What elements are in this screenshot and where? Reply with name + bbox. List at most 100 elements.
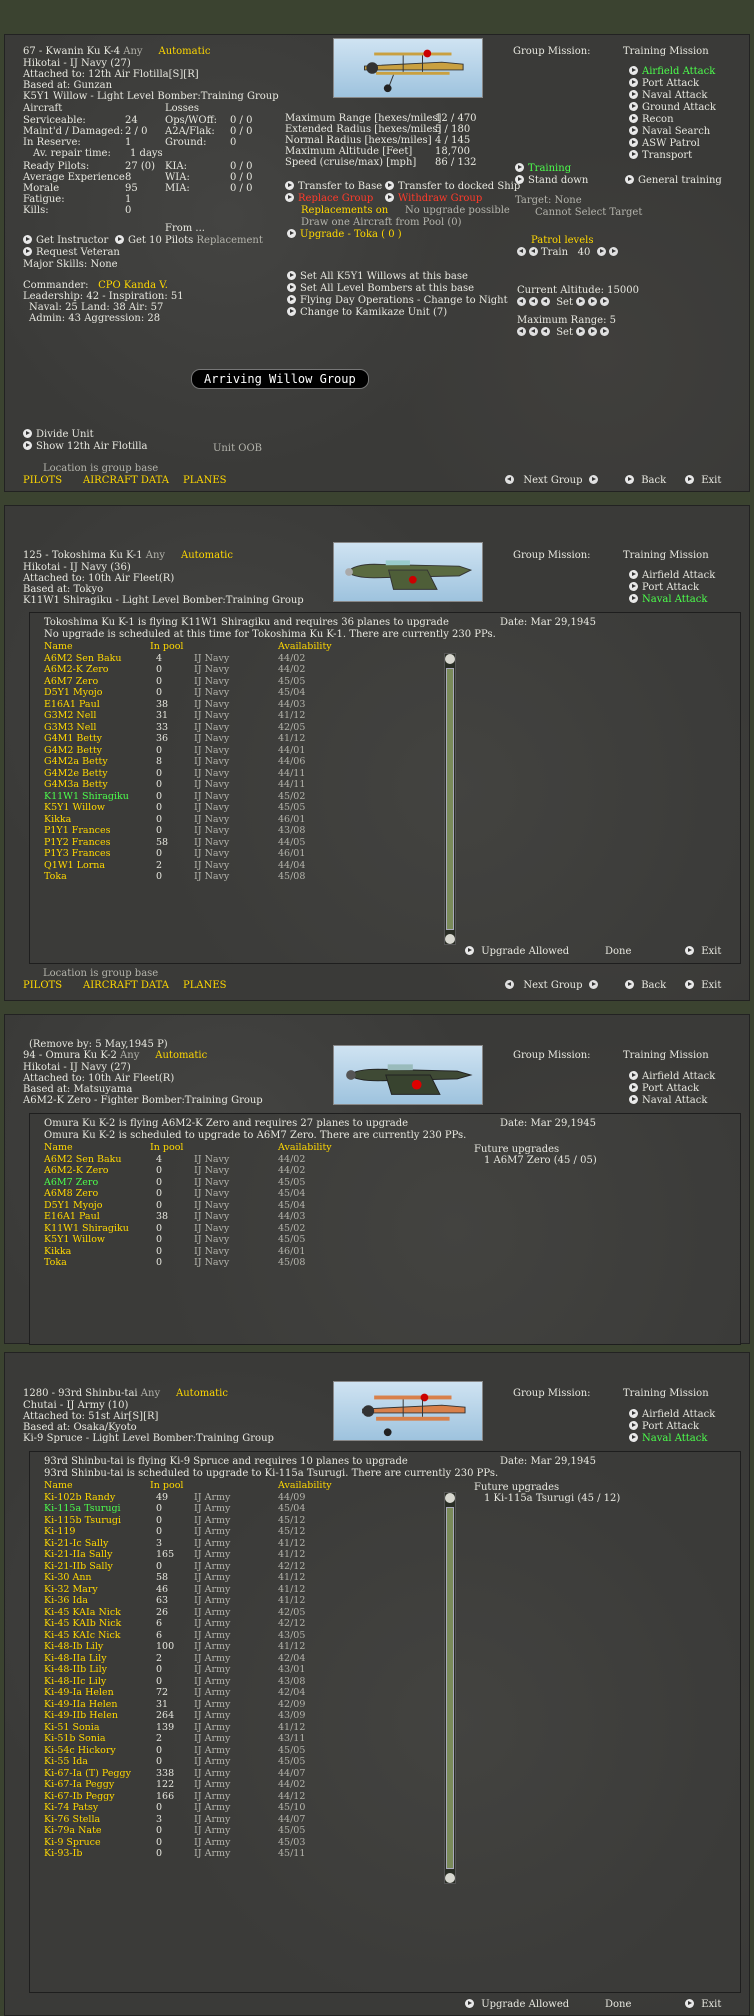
table-row[interactable]: K5Y1 Willow 0 IJ Navy 45/05 — [44, 1234, 464, 1246]
table-row[interactable]: Ki-21-Ic Sally 3 IJ Army 41/12 — [44, 1538, 464, 1550]
dialog-exit-button[interactable]: Exit — [685, 946, 721, 958]
mission-item-port-attack[interactable]: Port Attack — [629, 78, 699, 90]
table-row[interactable]: Ki-49-IIb Helen 264 IJ Army 43/09 — [44, 1710, 464, 1722]
table-row[interactable]: D5Y1 Myojo 0 IJ Navy 45/04 — [44, 687, 464, 699]
next-group-button[interactable]: Next Group — [505, 980, 601, 992]
draw-aircraft-button[interactable]: Draw one Aircraft from Pool (0) — [301, 217, 462, 229]
automatic-toggle[interactable]: Automatic — [181, 550, 233, 561]
table-row[interactable]: Ki-51 Sonia 139 IJ Army 41/12 — [44, 1722, 464, 1734]
get-instructor-button[interactable]: Get Instructor — [23, 235, 108, 247]
table-row[interactable]: Toka 0 IJ Navy 45/08 — [44, 1257, 464, 1269]
table-row[interactable]: P1Y3 Frances 0 IJ Navy 46/01 — [44, 848, 464, 860]
tab-pilots[interactable]: PILOTS — [23, 980, 62, 992]
mission-port[interactable]: Port Attack — [629, 1421, 699, 1433]
train-level-control[interactable]: Train 40 — [517, 247, 621, 259]
table-row[interactable]: Q1W1 Lorna 2 IJ Navy 44/04 — [44, 860, 464, 872]
table-row[interactable]: Ki-32 Mary 46 IJ Army 41/12 — [44, 1584, 464, 1596]
tab-planes[interactable]: PLANES — [183, 980, 227, 992]
table-row[interactable]: A6M8 Zero 0 IJ Navy 45/04 — [44, 1188, 464, 1200]
mission-airfield[interactable]: Airfield Attack — [629, 570, 715, 582]
set-all-bombers-button[interactable]: Set All Level Bombers at this base — [287, 283, 474, 295]
mission-item-ground-attack[interactable]: Ground Attack — [629, 102, 716, 114]
table-row[interactable]: G3M2 Nell 31 IJ Navy 41/12 — [44, 710, 464, 722]
general-training-button[interactable]: General training — [625, 175, 722, 187]
table-row[interactable]: Ki-115a Tsurugi 0 IJ Army 45/04 — [44, 1503, 464, 1515]
table-row[interactable]: D5Y1 Myojo 0 IJ Navy 45/04 — [44, 1200, 464, 1212]
show-flotilla-button[interactable]: Show 12th Air Flotilla — [23, 441, 148, 453]
mission-item-transport[interactable]: Transport — [629, 150, 692, 162]
table-row[interactable]: Ki-48-IIb Lily 0 IJ Army 43/01 — [44, 1664, 464, 1676]
table-row[interactable]: Ki-67-Ia (T) Peggy 338 IJ Army 44/07 — [44, 1768, 464, 1780]
table-row[interactable]: Ki-9 Spruce 0 IJ Army 45/03 — [44, 1837, 464, 1849]
automatic-toggle[interactable]: Automatic — [176, 1388, 228, 1399]
table-row[interactable]: A6M2 Sen Baku 4 IJ Navy 44/02 — [44, 1154, 464, 1166]
withdraw-toggle[interactable]: Withdraw Group — [385, 193, 482, 205]
table-row[interactable]: Ki-79a Nate 0 IJ Army 45/05 — [44, 1825, 464, 1837]
mission-naval[interactable]: Naval Attack — [629, 594, 707, 606]
divide-unit-button[interactable]: Divide Unit — [23, 429, 94, 441]
transfer-to-ship-button[interactable]: Transfer to docked Ship — [385, 181, 520, 193]
done-button[interactable]: Done — [605, 1999, 631, 2011]
training-toggle[interactable]: Training — [515, 163, 571, 175]
table-row[interactable]: Ki-49-IIa Helen 31 IJ Army 42/09 — [44, 1699, 464, 1711]
mission-port[interactable]: Port Attack — [629, 582, 699, 594]
future-upgrade-item[interactable]: 1 Ki-115a Tsurugi (45 / 12) — [484, 1493, 620, 1505]
set-all-type-button[interactable]: Set All K5Y1 Willows at this base — [287, 271, 468, 283]
day-night-button[interactable]: Flying Day Operations - Change to Night — [287, 295, 508, 307]
future-upgrade-item[interactable]: 1 A6M7 Zero (45 / 05) — [484, 1155, 597, 1167]
table-row[interactable]: Ki-21-IIb Sally 0 IJ Army 42/12 — [44, 1561, 464, 1573]
mission-item-naval-search[interactable]: Naval Search — [629, 126, 710, 138]
table-row[interactable]: A6M2 Sen Baku 4 IJ Navy 44/02 — [44, 653, 464, 665]
table-row[interactable]: Ki-48-IIc Lily 0 IJ Army 43/08 — [44, 1676, 464, 1688]
exit-button[interactable]: Exit — [685, 980, 721, 992]
tab-planes[interactable]: PLANES — [183, 475, 227, 487]
table-row[interactable]: Ki-45 KAIa Nick 26 IJ Army 42/05 — [44, 1607, 464, 1619]
table-row[interactable]: Ki-119 0 IJ Army 45/12 — [44, 1526, 464, 1538]
table-row[interactable]: K5Y1 Willow 0 IJ Navy 45/05 — [44, 802, 464, 814]
unit-oob-button[interactable]: Unit OOB — [213, 443, 262, 455]
get-10-pilots-button[interactable]: Get 10 Pilots Replacement — [115, 235, 263, 247]
table-row[interactable]: Ki-51b Sonia 2 IJ Army 43/11 — [44, 1733, 464, 1745]
table-row[interactable]: Ki-36 Ida 63 IJ Army 41/12 — [44, 1595, 464, 1607]
table-row[interactable]: G4M2a Betty 8 IJ Navy 44/06 — [44, 756, 464, 768]
table-row[interactable]: Ki-48-Ib Lily 100 IJ Army 41/12 — [44, 1641, 464, 1653]
table-row[interactable]: Ki-55 Ida 0 IJ Army 45/05 — [44, 1756, 464, 1768]
table-row[interactable]: A6M2-K Zero 0 IJ Navy 44/02 — [44, 664, 464, 676]
table-row[interactable]: Ki-45 KAIc Nick 6 IJ Army 43/05 — [44, 1630, 464, 1642]
automatic-toggle[interactable]: Automatic — [155, 1050, 207, 1061]
table-row[interactable]: G4M3a Betty 0 IJ Navy 44/11 — [44, 779, 464, 791]
tab-pilots[interactable]: PILOTS — [23, 475, 62, 487]
back-button[interactable]: Back — [625, 475, 666, 487]
commander-name[interactable]: CPO Kanda V. — [98, 280, 168, 291]
table-row[interactable]: Ki-21-IIa Sally 165 IJ Army 41/12 — [44, 1549, 464, 1561]
table-row[interactable]: Kikka 0 IJ Navy 46/01 — [44, 814, 464, 826]
table-row[interactable]: Ki-54c Hickory 0 IJ Army 45/05 — [44, 1745, 464, 1757]
replacements-toggle[interactable]: Replace Group — [285, 193, 373, 205]
table-row[interactable]: K11W1 Shiragiku 0 IJ Navy 45/02 — [44, 1223, 464, 1235]
table-row[interactable]: E16A1 Paul 38 IJ Navy 44/03 — [44, 1211, 464, 1223]
table-row[interactable]: Ki-74 Patsy 0 IJ Army 45/10 — [44, 1802, 464, 1814]
table-row[interactable]: P1Y2 Frances 58 IJ Navy 44/05 — [44, 837, 464, 849]
table-row[interactable]: G4M2 Betty 0 IJ Navy 44/01 — [44, 745, 464, 757]
range-set-control[interactable]: Set — [517, 327, 612, 339]
mission-item-asw-patrol[interactable]: ASW Patrol — [629, 138, 700, 150]
table-row[interactable]: P1Y1 Frances 0 IJ Navy 43/08 — [44, 825, 464, 837]
kamikaze-button[interactable]: Change to Kamikaze Unit (7) — [287, 307, 447, 319]
tab-aircraft-data[interactable]: AIRCRAFT DATA — [83, 475, 169, 487]
tab-aircraft-data[interactable]: AIRCRAFT DATA — [83, 980, 169, 992]
mission-item-recon[interactable]: Recon — [629, 114, 674, 126]
transfer-to-base-button[interactable]: Transfer to Base — [285, 181, 382, 193]
table-row[interactable]: A6M7 Zero 0 IJ Navy 45/05 — [44, 676, 464, 688]
table-row[interactable]: G4M2e Betty 0 IJ Navy 44/11 — [44, 768, 464, 780]
table-row[interactable]: Ki-76 Stella 3 IJ Army 44/07 — [44, 1814, 464, 1826]
table-row[interactable]: Ki-93-Ib 0 IJ Army 45/11 — [44, 1848, 464, 1860]
table-row[interactable]: Toka 0 IJ Navy 45/08 — [44, 871, 464, 883]
automatic-toggle[interactable]: Automatic — [158, 46, 210, 57]
table-row[interactable]: A6M2-K Zero 0 IJ Navy 44/02 — [44, 1165, 464, 1177]
table-row[interactable]: Ki-48-IIa Lily 2 IJ Army 42/04 — [44, 1653, 464, 1665]
upgrade-allowed-toggle[interactable]: Upgrade Allowed — [465, 1999, 569, 2011]
table-row[interactable]: Ki-45 KAIb Nick 6 IJ Army 42/12 — [44, 1618, 464, 1630]
mission-naval[interactable]: Naval Attack — [629, 1433, 707, 1445]
mission-airfield[interactable]: Airfield Attack — [629, 1071, 715, 1083]
table-row[interactable]: K11W1 Shiragiku 0 IJ Navy 45/02 — [44, 791, 464, 803]
